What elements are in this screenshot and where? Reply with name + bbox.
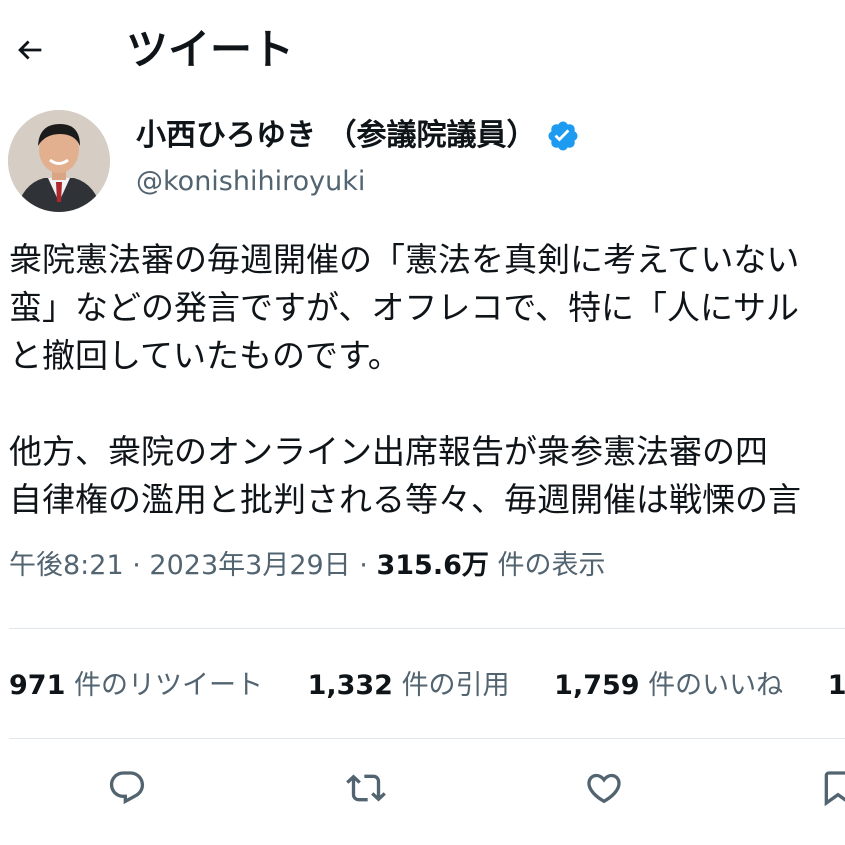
quotes-stat[interactable]: 1,332 件の引用	[308, 666, 510, 706]
meta-separator: ·	[132, 550, 141, 581]
header: ツイート	[0, 0, 845, 100]
tweet-text-line: と撤回していたものです。	[9, 336, 401, 375]
retweets-count: 971	[9, 670, 66, 701]
heart-icon	[587, 773, 621, 804]
likes-label: 件のいいね	[648, 670, 784, 701]
retweet-icon	[346, 774, 386, 802]
views-count: 315.6万	[376, 550, 489, 581]
reply-button[interactable]	[101, 762, 153, 814]
page-title: ツイート	[126, 25, 295, 74]
like-button[interactable]	[578, 762, 630, 814]
back-button[interactable]	[8, 28, 52, 72]
tweet-time[interactable]: 午後8:21	[9, 550, 124, 581]
likes-stat[interactable]: 1,759 件のいいね	[554, 666, 783, 706]
author-handle[interactable]: @konishihiroyuki	[136, 164, 365, 200]
divider	[9, 738, 845, 739]
tweet-meta: 午後8:21 · 2023年3月29日 · 315.6万 件の表示	[9, 546, 605, 586]
meta-separator: ·	[359, 550, 368, 581]
retweets-label: 件のリツイート	[73, 670, 263, 701]
author-name[interactable]: 小西ひろゆき （参議院議員）	[136, 114, 536, 158]
avatar-image	[8, 110, 110, 212]
quotes-label: 件の引用	[401, 670, 510, 701]
likes-count: 1,759	[554, 670, 640, 701]
reply-icon	[109, 771, 145, 805]
tweet-stats: 971 件のリツイート 1,332 件の引用 1,759 件のいいね 1	[9, 666, 845, 706]
verified-badge-icon	[546, 119, 580, 153]
author-name-row: 小西ひろゆき （参議院議員）	[136, 114, 580, 158]
tweet-text: 衆院憲法審の毎週開催の「憲法を真剣に考えていない 蛮」などの発言ですが、オフレコ…	[9, 236, 845, 524]
arrow-left-icon	[18, 40, 42, 60]
views-label: 件の表示	[497, 550, 606, 581]
tweet-date[interactable]: 2023年3月29日	[149, 550, 350, 581]
quotes-count: 1,332	[307, 670, 393, 701]
next-stat-count: 1	[827, 670, 845, 701]
avatar[interactable]	[8, 110, 110, 212]
action-bar	[0, 762, 845, 822]
bookmark-button[interactable]	[812, 762, 845, 814]
bookmark-icon	[824, 771, 845, 807]
tweet-text-line: 他方、衆院のオンライン出席報告が衆参憲法審の四	[9, 432, 768, 471]
tweet-text-line: 蛮」などの発言ですが、オフレコで、特に「人にサル	[9, 288, 800, 327]
tweet-text-line: 衆院憲法審の毎週開催の「憲法を真剣に考えていない	[9, 240, 800, 279]
divider	[9, 628, 845, 629]
retweets-stat[interactable]: 971 件のリツイート	[9, 666, 263, 706]
bookmarks-stat[interactable]: 1	[828, 666, 845, 706]
retweet-button[interactable]	[340, 762, 392, 814]
tweet-text-line: 自律権の濫用と批判される等々、毎週開催は戦慄の言	[9, 480, 801, 519]
